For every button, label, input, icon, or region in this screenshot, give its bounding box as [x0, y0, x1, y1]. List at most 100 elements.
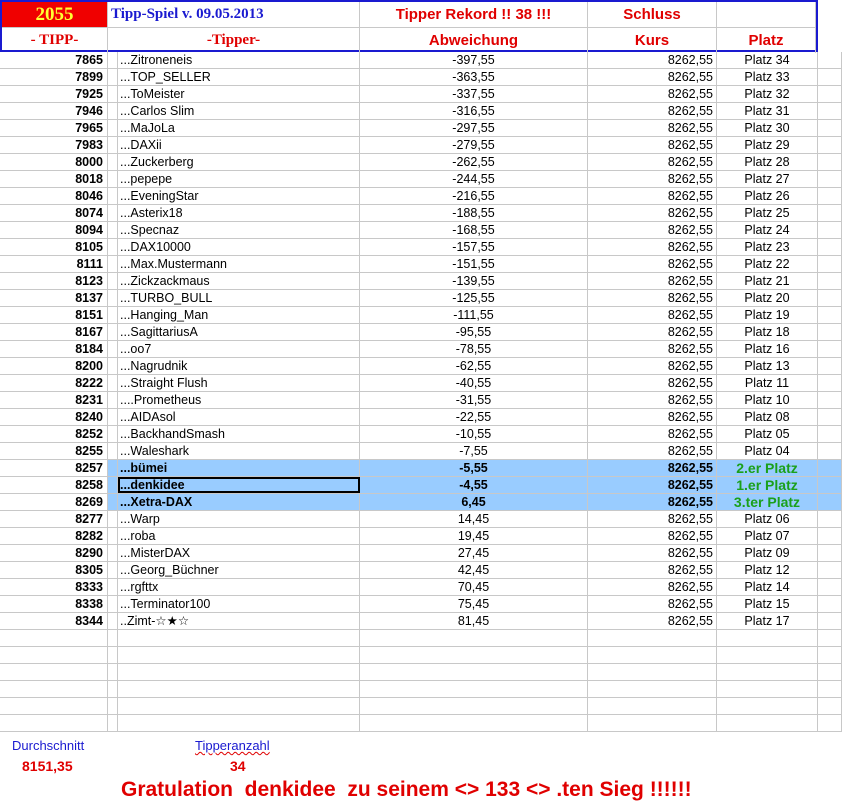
- abweichung-cell[interactable]: 81,45: [360, 613, 588, 629]
- abweichung-cell[interactable]: 70,45: [360, 579, 588, 595]
- kurs-cell[interactable]: 8262,55: [588, 256, 717, 272]
- kurs-cell[interactable]: 8262,55: [588, 205, 717, 221]
- empty-cell[interactable]: [818, 358, 842, 374]
- platz-cell[interactable]: Platz 32: [717, 86, 818, 102]
- platz-cell[interactable]: Platz 33: [717, 69, 818, 85]
- platz-cell[interactable]: 3.ter Platz: [717, 494, 818, 510]
- tipp-cell[interactable]: 8184: [0, 341, 108, 357]
- tipp-cell[interactable]: 8277: [0, 511, 108, 527]
- kurs-cell[interactable]: 8262,55: [588, 494, 717, 510]
- tipp-cell[interactable]: 8137: [0, 290, 108, 306]
- tipper-cell[interactable]: ...EveningStar: [118, 188, 360, 204]
- tipper-cell[interactable]: ...Xetra-DAX: [118, 494, 360, 510]
- gap-cell[interactable]: [108, 222, 118, 238]
- empty-cell[interactable]: [818, 545, 842, 561]
- platz-cell[interactable]: [717, 681, 818, 697]
- empty-cell[interactable]: [818, 426, 842, 442]
- abweichung-cell[interactable]: 27,45: [360, 545, 588, 561]
- tipp-cell[interactable]: 7965: [0, 120, 108, 136]
- kurs-cell[interactable]: 8262,55: [588, 52, 717, 68]
- empty-cell[interactable]: [818, 222, 842, 238]
- tipp-cell[interactable]: 8255: [0, 443, 108, 459]
- empty-cell[interactable]: [717, 2, 816, 27]
- abweichung-cell[interactable]: -157,55: [360, 239, 588, 255]
- tipper-cell[interactable]: ...AIDAsol: [118, 409, 360, 425]
- tipper-cell[interactable]: ...rgfttx: [118, 579, 360, 595]
- tipp-cell[interactable]: 8240: [0, 409, 108, 425]
- platz-cell[interactable]: Platz 15: [717, 596, 818, 612]
- platz-cell[interactable]: Platz 26: [717, 188, 818, 204]
- tipper-cell[interactable]: ...TOP_SELLER: [118, 69, 360, 85]
- gap-cell[interactable]: [108, 647, 118, 663]
- gap-cell[interactable]: [108, 392, 118, 408]
- col-tipp[interactable]: - TIPP-: [2, 28, 108, 53]
- gap-cell[interactable]: [108, 460, 118, 476]
- platz-cell[interactable]: Platz 06: [717, 511, 818, 527]
- empty-cell[interactable]: [818, 375, 842, 391]
- gap-cell[interactable]: [108, 664, 118, 680]
- kurs-cell[interactable]: 8262,55: [588, 307, 717, 323]
- tipp-cell[interactable]: 8231: [0, 392, 108, 408]
- kurs-cell[interactable]: 8262,55: [588, 222, 717, 238]
- tipp-cell[interactable]: 8094: [0, 222, 108, 238]
- gap-cell[interactable]: [108, 205, 118, 221]
- tipp-cell[interactable]: 8222: [0, 375, 108, 391]
- tipper-cell[interactable]: ..Zimt-☆★☆: [118, 613, 360, 629]
- platz-cell[interactable]: Platz 14: [717, 579, 818, 595]
- tipper-cell[interactable]: ...BackhandSmash: [118, 426, 360, 442]
- kurs-cell[interactable]: 8262,55: [588, 392, 717, 408]
- kurs-cell[interactable]: 8262,55: [588, 120, 717, 136]
- kurs-cell[interactable]: 8262,55: [588, 443, 717, 459]
- tipp-cell[interactable]: 8257: [0, 460, 108, 476]
- abweichung-cell[interactable]: 6,45: [360, 494, 588, 510]
- kurs-cell[interactable]: 8262,55: [588, 324, 717, 340]
- tipp-cell[interactable]: 8111: [0, 256, 108, 272]
- tipp-cell[interactable]: 8167: [0, 324, 108, 340]
- tipper-cell[interactable]: [118, 715, 360, 731]
- abweichung-cell[interactable]: -262,55: [360, 154, 588, 170]
- empty-cell[interactable]: [818, 630, 842, 646]
- empty-cell[interactable]: [818, 256, 842, 272]
- abweichung-cell[interactable]: [360, 630, 588, 646]
- tipper-cell[interactable]: ...TURBO_BULL: [118, 290, 360, 306]
- platz-cell[interactable]: Platz 27: [717, 171, 818, 187]
- tipper-cell[interactable]: ...DAX10000: [118, 239, 360, 255]
- empty-cell[interactable]: [818, 409, 842, 425]
- abweichung-cell[interactable]: -31,55: [360, 392, 588, 408]
- kurs-cell[interactable]: 8262,55: [588, 358, 717, 374]
- tipp-cell[interactable]: 7983: [0, 137, 108, 153]
- tipp-cell[interactable]: [0, 698, 108, 714]
- tipper-cell[interactable]: ...roba: [118, 528, 360, 544]
- gap-cell[interactable]: [108, 630, 118, 646]
- abweichung-cell[interactable]: [360, 647, 588, 663]
- empty-cell[interactable]: [818, 205, 842, 221]
- platz-cell[interactable]: Platz 18: [717, 324, 818, 340]
- gap-cell[interactable]: [108, 52, 118, 68]
- kurs-cell[interactable]: 8262,55: [588, 511, 717, 527]
- platz-cell[interactable]: Platz 17: [717, 613, 818, 629]
- tipp-cell[interactable]: [0, 630, 108, 646]
- tipp-cell[interactable]: [0, 681, 108, 697]
- empty-cell[interactable]: [818, 647, 842, 663]
- tipp-cell[interactable]: 7946: [0, 103, 108, 119]
- platz-cell[interactable]: Platz 07: [717, 528, 818, 544]
- platz-cell[interactable]: Platz 24: [717, 222, 818, 238]
- kurs-cell[interactable]: 8262,55: [588, 154, 717, 170]
- empty-cell[interactable]: [818, 324, 842, 340]
- gap-cell[interactable]: [108, 545, 118, 561]
- gap-cell[interactable]: [108, 273, 118, 289]
- tipp-cell[interactable]: [0, 715, 108, 731]
- tipp-cell[interactable]: 8200: [0, 358, 108, 374]
- tipper-cell[interactable]: ...Zickzackmaus: [118, 273, 360, 289]
- gap-cell[interactable]: [108, 494, 118, 510]
- tipper-cell[interactable]: ...MisterDAX: [118, 545, 360, 561]
- empty-cell[interactable]: [818, 290, 842, 306]
- platz-cell[interactable]: 2.er Platz: [717, 460, 818, 476]
- gap-cell[interactable]: [108, 511, 118, 527]
- abweichung-cell[interactable]: -188,55: [360, 205, 588, 221]
- tipper-cell[interactable]: ...denkidee: [118, 477, 360, 493]
- abweichung-cell[interactable]: -62,55: [360, 358, 588, 374]
- tipper-cell[interactable]: ...pepepe: [118, 171, 360, 187]
- abweichung-cell[interactable]: [360, 715, 588, 731]
- platz-cell[interactable]: Platz 20: [717, 290, 818, 306]
